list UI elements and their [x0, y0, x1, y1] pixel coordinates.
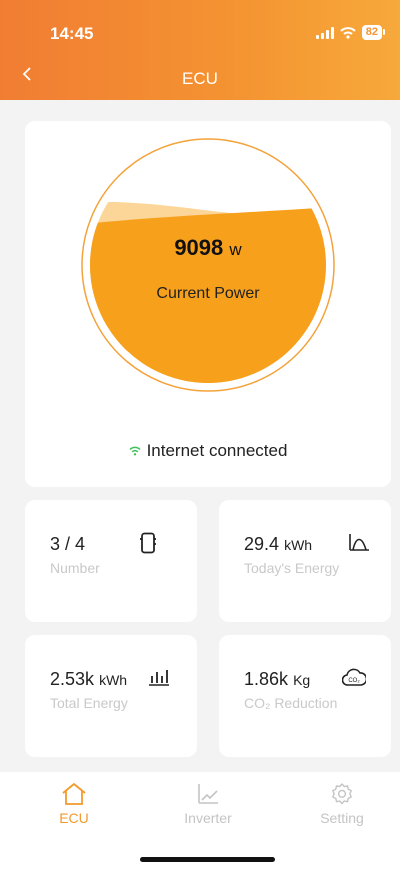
home-icon [62, 783, 86, 805]
total-energy-label: Total Energy [50, 695, 128, 711]
today-energy-number: 29.4 [244, 534, 280, 554]
total-energy-number: 2.53k [50, 669, 95, 689]
wifi-icon [129, 446, 141, 456]
tab-setting[interactable]: Setting [292, 782, 392, 826]
total-energy-unit: kWh [99, 672, 128, 688]
co2-number: 1.86k [244, 669, 289, 689]
power-card: 9098 w Current Power Internet connected [25, 121, 391, 487]
number-label: Number [50, 560, 100, 576]
today-energy-card[interactable]: 29.4 kWh Today's Energy [219, 500, 391, 622]
svg-text:CO₂: CO₂ [348, 678, 360, 684]
co2-card[interactable]: 1.86k Kg CO₂ Reduction CO₂ [219, 635, 391, 757]
connection-text: Internet connected [146, 441, 288, 460]
device-icon [140, 532, 156, 554]
connection-status: Internet connected [25, 441, 391, 461]
header: 14:45 82 ECU [0, 0, 400, 100]
tab-inverter[interactable]: Inverter [158, 782, 258, 826]
status-time: 14:45 [50, 24, 94, 43]
co2-label: CO₂ Reduction [244, 695, 338, 711]
tab-bar: ECU Inverter Setting [0, 772, 400, 869]
tab-ecu-label: ECU [59, 810, 89, 826]
number-value-text: 3 / 4 [50, 534, 86, 554]
power-gauge [81, 138, 335, 392]
tab-setting-label: Setting [320, 810, 364, 826]
total-energy-card[interactable]: 2.53k kWh Total Energy [25, 635, 197, 757]
line-chart-icon [198, 784, 218, 804]
current-power-value: 9098 w [25, 235, 391, 261]
curve-icon [349, 534, 369, 551]
today-energy-unit: kWh [284, 537, 313, 553]
status-icons: 82 [315, 25, 386, 40]
power-number: 9098 [174, 235, 224, 260]
bar-chart-icon [149, 670, 169, 686]
co2-unit: Kg [293, 672, 311, 688]
today-energy-label: Today's Energy [244, 560, 340, 576]
gear-icon [332, 783, 352, 805]
today-energy-value: 29.4 kWh [244, 534, 312, 555]
tab-ecu[interactable]: ECU [24, 782, 124, 826]
tab-inverter-label: Inverter [184, 810, 232, 826]
page-title: ECU [182, 69, 218, 88]
co2-value: 1.86k Kg [244, 669, 310, 690]
home-indicator [140, 857, 275, 862]
total-energy-value: 2.53k kWh [50, 669, 127, 690]
number-value: 3 / 4 [50, 534, 85, 555]
power-unit: w [229, 240, 242, 259]
co2-cloud-icon: CO₂ [342, 668, 366, 686]
signal-icon [315, 26, 334, 39]
number-card[interactable]: 3 / 4 Number [25, 500, 197, 622]
battery-icon: 82 [361, 25, 386, 40]
current-power-label: Current Power [156, 285, 260, 302]
wifi-status-icon [340, 26, 356, 39]
